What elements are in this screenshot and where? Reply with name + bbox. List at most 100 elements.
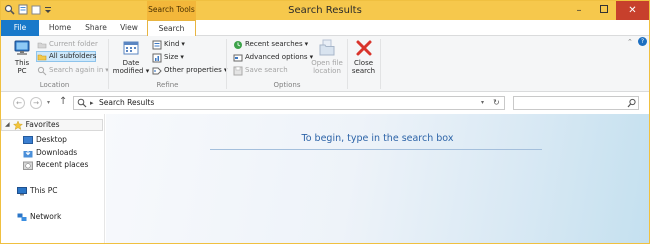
current-folder-button[interactable]: Current folder bbox=[37, 39, 98, 50]
breadcrumb-chevron-icon[interactable]: ▸ bbox=[90, 97, 94, 109]
size-label: Size bbox=[164, 53, 179, 61]
all-subfolders-button[interactable]: All subfolders bbox=[36, 51, 96, 62]
recent-locations-chevron-icon[interactable]: ▾ bbox=[47, 99, 50, 106]
computer-icon bbox=[13, 39, 31, 57]
maximize-button[interactable] bbox=[592, 1, 616, 20]
search-input[interactable] bbox=[513, 96, 639, 110]
recent-places-label: Recent places bbox=[36, 160, 89, 169]
group-divider bbox=[347, 39, 348, 89]
date-modified-label: Date modified bbox=[112, 59, 144, 75]
title-bar: Search Tools Search Results – ✕ bbox=[1, 1, 649, 21]
tab-file[interactable]: File bbox=[1, 20, 39, 36]
address-dropdown-icon[interactable]: ▾ bbox=[481, 97, 484, 109]
favorites-label: Favorites bbox=[25, 120, 60, 129]
close-search-button[interactable]: Close search bbox=[350, 39, 377, 75]
maximize-icon bbox=[600, 5, 608, 16]
desktop-icon bbox=[23, 135, 33, 145]
window-title: Search Results bbox=[288, 5, 362, 16]
chevron-down-icon: ▾ bbox=[304, 40, 309, 48]
all-subfolders-label: All subfolders bbox=[49, 52, 97, 60]
refine-group-label: Refine bbox=[156, 81, 179, 89]
back-button[interactable]: ← bbox=[13, 97, 25, 109]
folder-location-icon bbox=[318, 39, 336, 57]
up-arrow-icon[interactable]: ↑ bbox=[59, 96, 67, 107]
computer-icon bbox=[17, 186, 27, 196]
nav-item-recent-places[interactable]: Recent places bbox=[23, 159, 88, 171]
address-bar[interactable]: ▸ Search Results ▾ ↻ bbox=[73, 96, 505, 110]
breadcrumb[interactable]: Search Results bbox=[99, 97, 154, 109]
results-pane: To begin, type in the search box bbox=[106, 114, 649, 243]
search-results-icon bbox=[77, 98, 87, 112]
advanced-options-label: Advanced options bbox=[245, 53, 308, 61]
expand-arrow-icon: ◢ bbox=[5, 121, 10, 128]
tab-share[interactable]: Share bbox=[79, 20, 113, 36]
minimize-icon: – bbox=[576, 5, 582, 16]
navigation-pane: ◢ Favorites Desktop Downloads Recent pla… bbox=[1, 114, 105, 243]
search-again-icon bbox=[37, 66, 47, 76]
nav-item-favorites[interactable]: ◢ Favorites bbox=[1, 119, 103, 131]
ribbon-tab-row: File Home Share View Search bbox=[1, 20, 649, 37]
close-search-label: Close search bbox=[351, 59, 376, 75]
hint-divider bbox=[210, 149, 542, 150]
search-hint-text: To begin, type in the search box bbox=[301, 133, 454, 144]
location-group-label: Location bbox=[39, 81, 70, 89]
nav-item-downloads[interactable]: Downloads bbox=[23, 147, 77, 159]
nav-item-this-pc[interactable]: This PC bbox=[17, 185, 57, 197]
advanced-options-icon bbox=[233, 53, 243, 63]
explorer-window: Search Tools Search Results – ✕ File Hom… bbox=[0, 0, 650, 244]
search-again-label: Search again in bbox=[49, 66, 104, 74]
arrow-left-icon: ← bbox=[16, 99, 22, 107]
kind-label: Kind bbox=[164, 40, 180, 48]
nav-item-network[interactable]: Network bbox=[17, 211, 61, 223]
other-properties-dropdown[interactable]: Other properties ▾ bbox=[152, 65, 227, 76]
tab-view[interactable]: View bbox=[113, 20, 145, 36]
tab-home[interactable]: Home bbox=[43, 20, 77, 36]
downloads-icon bbox=[23, 149, 33, 158]
this-pc-button[interactable]: This PC bbox=[10, 39, 34, 75]
recent-searches-dropdown[interactable]: Recent searches ▾ bbox=[233, 39, 308, 50]
size-dropdown[interactable]: Size ▾ bbox=[152, 52, 184, 63]
recent-places-icon bbox=[23, 161, 33, 170]
help-icon[interactable]: ? bbox=[638, 37, 647, 46]
close-window-button[interactable]: ✕ bbox=[616, 1, 649, 20]
calendar-icon bbox=[122, 39, 140, 57]
search-icon bbox=[627, 98, 637, 110]
group-divider bbox=[380, 39, 381, 89]
chevron-down-icon: ▾ bbox=[180, 53, 184, 61]
kind-icon bbox=[152, 40, 162, 50]
downloads-label: Downloads bbox=[36, 148, 78, 157]
open-file-location-button[interactable]: Open file location bbox=[309, 39, 345, 75]
save-search-label: Save search bbox=[245, 66, 288, 74]
ribbon: This PC Current folder All subfolders Se… bbox=[1, 36, 649, 92]
refresh-icon[interactable]: ↻ bbox=[493, 97, 500, 109]
network-icon bbox=[17, 213, 27, 222]
current-folder-label: Current folder bbox=[49, 40, 98, 48]
subfolders-icon bbox=[37, 52, 47, 62]
this-pc-label: This PC bbox=[30, 186, 58, 195]
options-group-label: Options bbox=[273, 81, 301, 89]
forward-button[interactable]: → bbox=[30, 97, 42, 109]
chevron-down-icon: ▾ bbox=[145, 67, 150, 75]
date-modified-button[interactable]: Date modified ▾ bbox=[112, 39, 150, 75]
size-icon bbox=[152, 53, 162, 63]
collapse-ribbon-icon[interactable]: ⌃ bbox=[627, 38, 633, 46]
network-label: Network bbox=[30, 212, 62, 221]
open-file-location-label: Open file location bbox=[311, 59, 343, 75]
navigation-bar: ← → ▾ ↑ ▸ Search Results ▾ ↻ bbox=[1, 92, 649, 114]
recent-searches-label: Recent searches bbox=[245, 40, 303, 48]
other-properties-label: Other properties bbox=[164, 66, 222, 74]
tab-search[interactable]: Search bbox=[147, 20, 196, 37]
this-pc-label: This PC bbox=[14, 59, 30, 75]
chevron-down-icon: ▾ bbox=[181, 40, 185, 48]
save-search-button[interactable]: Save search bbox=[233, 65, 288, 76]
search-again-in-dropdown[interactable]: Search again in ▾ bbox=[37, 65, 109, 76]
close-icon: ✕ bbox=[628, 5, 637, 16]
save-icon bbox=[233, 66, 243, 76]
red-x-icon bbox=[355, 39, 373, 57]
kind-dropdown[interactable]: Kind ▾ bbox=[152, 39, 185, 50]
nav-item-desktop[interactable]: Desktop bbox=[23, 134, 67, 146]
minimize-button[interactable]: – bbox=[567, 1, 591, 20]
desktop-label: Desktop bbox=[36, 135, 67, 144]
tag-icon bbox=[152, 66, 162, 76]
advanced-options-dropdown[interactable]: Advanced options ▾ bbox=[233, 52, 313, 63]
